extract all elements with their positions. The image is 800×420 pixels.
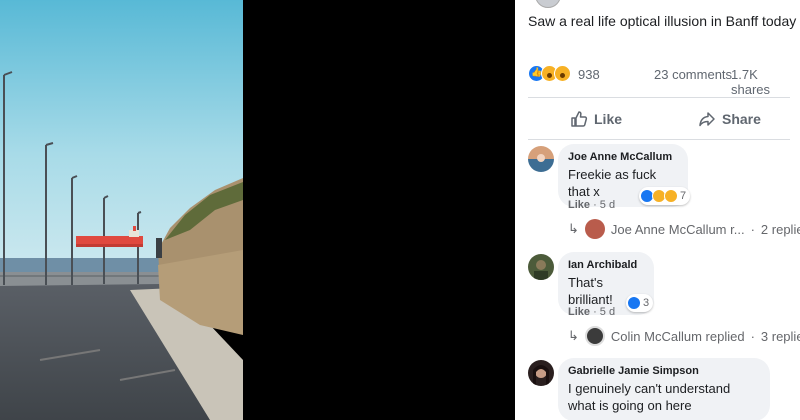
reactions-count[interactable]: 938 — [578, 67, 600, 82]
like-label: Like — [594, 111, 623, 127]
comment-reaction-count: 7 — [680, 190, 687, 202]
reply-author-avatar — [584, 219, 605, 239]
optical-illusion-photo — [0, 0, 243, 420]
share-button[interactable]: Share — [698, 108, 761, 130]
separator-dot: · — [750, 221, 755, 237]
comments-count-link[interactable]: 23 comments — [654, 67, 732, 82]
like-reaction-icon — [627, 296, 641, 310]
commenter-name[interactable]: Joe Anne McCallum — [568, 151, 678, 163]
commenter-name[interactable]: Ian Archibald — [568, 259, 644, 271]
avatar-image — [528, 254, 554, 280]
comment-bubble: Gabrielle Jamie Simpson I genuinely can'… — [558, 358, 770, 420]
poster-avatar[interactable] — [535, 0, 561, 8]
commenter-avatar[interactable] — [528, 146, 554, 172]
comment-reactions[interactable]: 3 — [626, 294, 654, 312]
comment-like-link[interactable]: Like — [568, 199, 590, 211]
post-photo[interactable] — [0, 0, 243, 420]
view-replies-link[interactable]: ↳ Joe Anne McCallum r... · 2 replies — [568, 219, 800, 239]
avatar-image — [528, 360, 554, 386]
divider — [528, 139, 790, 140]
post-panel: Saw a real life optical illusion in Banf… — [515, 0, 800, 420]
commenter-avatar[interactable] — [528, 254, 554, 280]
avatar-image — [528, 146, 554, 172]
commenter-avatar[interactable] — [528, 360, 554, 386]
comment-text: I genuinely can't understand what is goi… — [568, 381, 731, 413]
separator-dot: · — [750, 328, 755, 344]
like-button[interactable]: Like — [570, 108, 622, 130]
comment-like-link[interactable]: Like — [568, 306, 590, 318]
comment-reaction-count: 3 — [643, 297, 650, 309]
post-caption: Saw a real life optical illusion in Banf… — [528, 13, 800, 29]
reply-author: Colin McCallum replied — [610, 328, 745, 344]
commenter-name[interactable]: Gabrielle Jamie Simpson — [568, 365, 760, 377]
comment-reactions[interactable]: 7 — [639, 187, 691, 205]
comment-meta: Like · 5 d — [568, 306, 616, 318]
share-label: Share — [722, 111, 761, 127]
reply-count: 3 replies — [760, 328, 800, 344]
share-arrow-icon — [699, 112, 715, 127]
reply-count: 2 replies — [760, 221, 800, 237]
post-stats: 938 23 comments 1.7K shares — [528, 64, 793, 97]
comment-age[interactable]: 5 d — [600, 199, 615, 211]
reply-arrow-icon: ↳ — [568, 221, 579, 236]
comment-meta: Like · 5 d — [568, 199, 616, 211]
reply-author-avatar — [584, 326, 605, 346]
shares-count-link[interactable]: 1.7K shares — [731, 67, 793, 97]
caption-text: Saw a real life optical illusion in Banf… — [528, 13, 797, 29]
wow-reaction-icon[interactable] — [554, 65, 571, 82]
black-letterbox — [243, 0, 515, 420]
thumbs-up-icon — [571, 111, 588, 127]
divider — [528, 97, 790, 98]
view-replies-link[interactable]: ↳ Colin McCallum replied · 3 replies — [568, 326, 800, 346]
reply-arrow-icon: ↳ — [568, 328, 579, 343]
wow-reaction-icon — [664, 189, 678, 203]
comment-age[interactable]: 5 d — [600, 306, 615, 318]
reply-author: Joe Anne McCallum r... — [610, 221, 745, 237]
